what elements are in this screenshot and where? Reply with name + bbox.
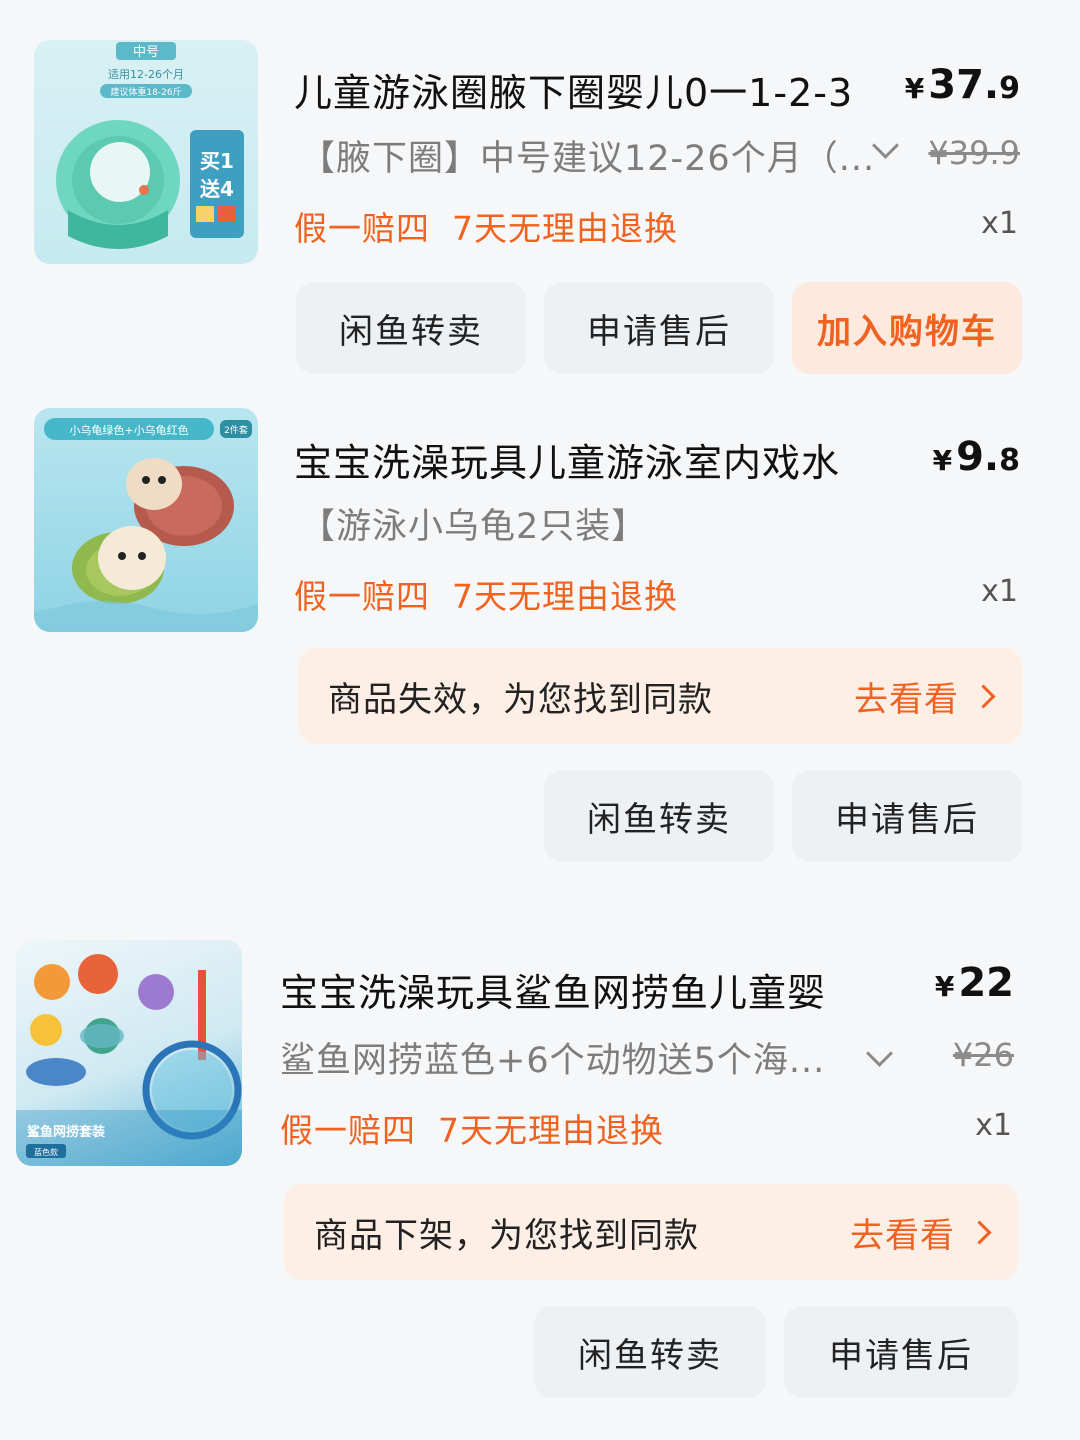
thumb-banner: 小乌龟绿色+小乌龟红色 <box>69 423 188 437</box>
product-image-bath-turtles[interactable]: 小乌龟绿色+小乌龟红色 2件套 <box>34 408 258 632</box>
order-card-3: 鲨鱼网捞套装 蓝色款 宝宝洗澡玩具鲨鱼网捞鱼儿童婴 ¥22 鲨鱼网捞蓝色+6个动… <box>0 920 1080 1440</box>
after-sales-button[interactable]: 申请售后 <box>784 1306 1018 1398</box>
turtle-toys-illustration: 小乌龟绿色+小乌龟红色 2件套 <box>34 418 258 632</box>
quantity: x1 <box>981 206 1018 241</box>
product-price: ¥22 <box>935 960 1014 1006</box>
notice-text: 商品下架，为您找到同款 <box>314 1215 699 1256</box>
thumb-weight-range: 建议体重18-26斤 <box>110 86 181 98</box>
chevron-right-icon <box>967 1219 992 1245</box>
product-price: ¥9.8 <box>933 434 1020 480</box>
add-to-cart-button[interactable]: 加入购物车 <box>792 282 1022 374</box>
view-similar-link[interactable]: 去看看 <box>850 1208 992 1257</box>
product-price: ¥37.9 <box>905 62 1020 108</box>
price-currency: ¥ <box>934 970 955 1003</box>
order-card-2: 小乌龟绿色+小乌龟红色 2件套 宝宝洗澡玩具儿童游泳室内戏水 ¥9.8 【游泳小… <box>0 400 1080 880</box>
guarantee-fake-compensation: 假一赔四 <box>280 1111 416 1150</box>
original-price: ¥39.9 <box>928 134 1020 172</box>
product-title[interactable]: 宝宝洗澡玩具鲨鱼网捞鱼儿童婴 <box>280 962 826 1017</box>
price-currency: ¥ <box>932 444 953 477</box>
service-guarantees: 假一赔四 7天无理由退换 <box>294 202 678 250</box>
product-title[interactable]: 宝宝洗澡玩具儿童游泳室内戏水 <box>294 432 840 487</box>
view-similar-label: 去看看 <box>854 679 959 720</box>
thumb-set-name: 鲨鱼网捞套装 <box>27 1124 105 1140</box>
resell-button[interactable]: 闲鱼转卖 <box>544 770 774 862</box>
guarantee-return: 7天无理由退换 <box>452 209 678 248</box>
thumb-age-range: 适用12-26个月 <box>108 68 184 81</box>
price-decimal: 9 <box>999 71 1020 106</box>
after-sales-button[interactable]: 申请售后 <box>544 282 774 374</box>
chevron-right-icon <box>971 683 996 709</box>
price-integer: 37. <box>928 62 1000 108</box>
after-sales-button[interactable]: 申请售后 <box>792 770 1022 862</box>
view-similar-label: 去看看 <box>850 1215 955 1256</box>
variant-label: 【游泳小乌龟2只装】 <box>300 507 648 547</box>
resell-button[interactable]: 闲鱼转卖 <box>296 282 526 374</box>
thumb-badge: 中号 <box>133 45 159 60</box>
thumb-color-tag: 蓝色款 <box>34 1147 58 1157</box>
guarantee-fake-compensation: 假一赔四 <box>294 577 430 616</box>
view-similar-link[interactable]: 去看看 <box>854 672 996 721</box>
order-card-1: 中号 适用12-26个月 建议体重18-26斤 买1 送4 儿童游泳圈腋下圈婴儿… <box>0 0 1080 400</box>
resell-button[interactable]: 闲鱼转卖 <box>534 1306 766 1398</box>
delisted-product-notice[interactable]: 商品下架，为您找到同款 去看看 <box>284 1184 1018 1280</box>
guarantee-return: 7天无理由退换 <box>438 1111 664 1150</box>
price-decimal: 8 <box>999 443 1020 478</box>
swim-ring-illustration: 中号 适用12-26个月 建议体重18-26斤 买1 送4 <box>56 42 244 249</box>
variant-selector[interactable]: 【腋下圈】中号建议12-26个月（... <box>300 130 875 181</box>
service-guarantees: 假一赔四 7天无理由退换 <box>280 1104 664 1152</box>
guarantee-fake-compensation: 假一赔四 <box>294 209 430 248</box>
notice-text: 商品失效，为您找到同款 <box>328 679 713 720</box>
original-price: ¥26 <box>952 1036 1014 1074</box>
product-title[interactable]: 儿童游泳圈腋下圈婴儿0一1-2-3 <box>294 62 853 117</box>
invalid-product-notice[interactable]: 商品失效，为您找到同款 去看看 <box>298 648 1022 744</box>
variant-selector[interactable]: 鲨鱼网捞蓝色+6个动物送5个海... <box>280 1032 825 1083</box>
quantity: x1 <box>981 574 1018 609</box>
thumb-promo-gift: 送4 <box>200 177 234 201</box>
quantity: x1 <box>975 1108 1012 1143</box>
chevron-down-icon[interactable] <box>866 1040 893 1067</box>
product-image-swim-ring[interactable]: 中号 适用12-26个月 建议体重18-26斤 买1 送4 <box>34 40 258 264</box>
service-guarantees: 假一赔四 7天无理由退换 <box>294 570 678 618</box>
price-integer: 22 <box>958 960 1014 1006</box>
price-currency: ¥ <box>904 72 925 105</box>
thumb-promo-buy: 买1 <box>200 149 234 173</box>
chevron-down-icon[interactable] <box>872 132 899 159</box>
product-image-shark-net[interactable]: 鲨鱼网捞套装 蓝色款 <box>16 940 242 1166</box>
guarantee-return: 7天无理由退换 <box>452 577 678 616</box>
thumb-set-tag: 2件套 <box>224 424 248 436</box>
shark-net-illustration: 鲨鱼网捞套装 蓝色款 <box>16 954 242 1166</box>
price-integer: 9. <box>956 434 1000 480</box>
